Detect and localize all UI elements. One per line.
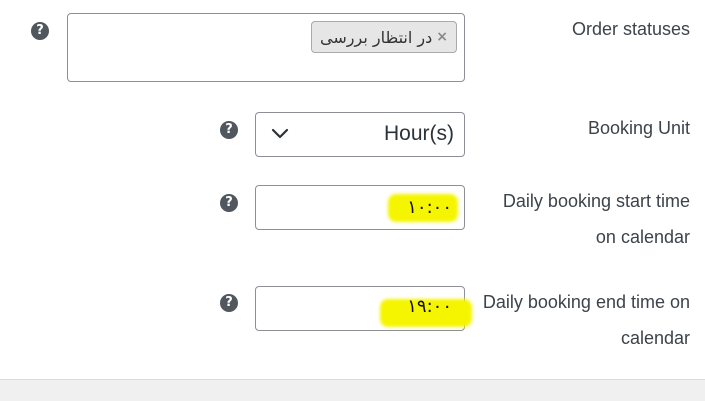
booking-unit-value: Hour(s) <box>383 122 454 145</box>
end-time-value: ۱۹:۰۰ <box>407 296 452 317</box>
end-time-help-icon[interactable]: ? <box>220 294 238 312</box>
order-statuses-label: Order statuses <box>571 19 690 39</box>
start-time-input[interactable]: ۱۰:۰۰ <box>255 185 465 230</box>
order-status-tag-label: در انتظار بررسی <box>320 27 433 47</box>
order-statuses-help-icon[interactable]: ? <box>31 22 49 40</box>
tag-remove-icon[interactable]: × <box>436 29 448 45</box>
end-time-label: Daily booking end time on calendar <box>483 284 690 356</box>
start-time-help-icon[interactable]: ? <box>220 194 238 212</box>
order-status-tag: × در انتظار بررسی <box>311 21 457 53</box>
start-time-label: Daily booking start time on calendar <box>503 183 690 255</box>
end-time-label-line2: calendar <box>620 328 690 348</box>
booking-unit-select[interactable]: Hour(s) <box>255 112 465 157</box>
end-time-label-line1: Daily booking end time on <box>482 292 690 312</box>
start-time-label-line2: on calendar <box>595 227 690 247</box>
footer-bar <box>0 379 705 401</box>
start-time-label-line1: Daily booking start time <box>502 191 690 211</box>
end-time-input[interactable]: ۱۹:۰۰ <box>255 286 472 331</box>
booking-unit-help-icon[interactable]: ? <box>220 121 238 139</box>
booking-unit-label: Booking Unit <box>587 118 690 138</box>
start-time-value: ۱۰:۰۰ <box>407 197 452 218</box>
order-statuses-multiselect[interactable]: × در انتظار بررسی <box>67 13 465 82</box>
chevron-down-icon <box>271 128 289 139</box>
